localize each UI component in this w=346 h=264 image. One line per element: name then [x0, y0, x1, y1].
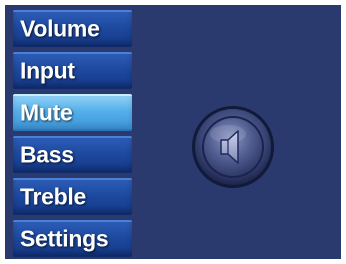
speaker-muted-icon: [188, 102, 278, 192]
audio-control-screen: Volume Input Mute Bass Treble Settings: [5, 5, 341, 259]
speaker-muted-icon-graphic: [192, 106, 274, 188]
menu-item-label: Mute: [20, 99, 73, 125]
menu-item-treble[interactable]: Treble: [13, 178, 132, 215]
menu-item-volume[interactable]: Volume: [13, 10, 132, 47]
menu-item-label: Treble: [20, 183, 86, 209]
side-menu: Volume Input Mute Bass Treble Settings: [13, 10, 132, 259]
menu-item-settings[interactable]: Settings: [13, 220, 132, 257]
menu-item-bass[interactable]: Bass: [13, 136, 132, 173]
menu-item-label: Volume: [20, 15, 100, 41]
menu-item-label: Bass: [20, 141, 74, 167]
menu-item-label: Input: [20, 57, 75, 83]
menu-item-input[interactable]: Input: [13, 52, 132, 89]
menu-item-mute[interactable]: Mute: [13, 94, 132, 131]
menu-item-label: Settings: [20, 225, 109, 251]
